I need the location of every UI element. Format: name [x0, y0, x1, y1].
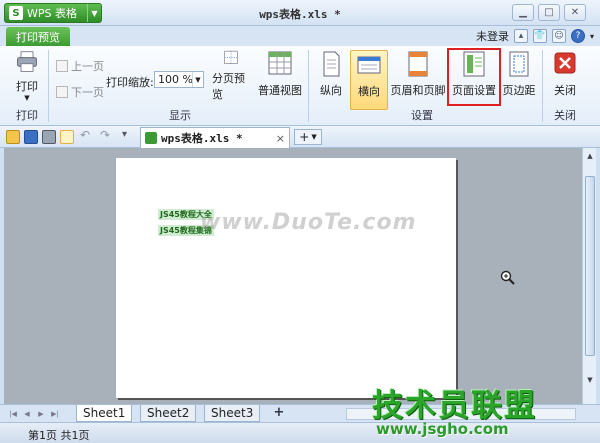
customize-toolbar-icon[interactable]: ▾ [122, 129, 136, 143]
preview-page: JS45教程大全 JS45教程集锦 [116, 158, 456, 398]
close-icon[interactable]: ✕ [564, 4, 586, 21]
group-label-settings: 设置 [411, 109, 433, 122]
next-page-button[interactable]: 下一页 [56, 84, 104, 100]
ribbon-divider [48, 50, 49, 122]
page-setup-label: 页面设置 [452, 84, 496, 97]
help-dropdown-icon[interactable]: ▾ [590, 32, 594, 41]
save-icon[interactable] [24, 130, 38, 144]
window-title: wps表格.xls * [259, 8, 341, 21]
undo-icon[interactable]: ↶ [80, 128, 94, 142]
chevron-down-icon[interactable]: ▼ [24, 94, 29, 102]
next-sheet-icon[interactable]: ▶ [36, 408, 46, 420]
landscape-page-icon [357, 56, 381, 74]
zoom-select[interactable]: 100 % ▼ [154, 71, 204, 88]
prev-page-button[interactable]: 上一页 [56, 58, 104, 74]
ribbon-divider [542, 50, 543, 122]
ribbon-divider [308, 50, 309, 122]
ribbon: 打印 ▼ 打印 上一页 下一页 打印缩放: 100 % ▼ 分页预览 普通视图 [0, 46, 600, 126]
group-label-display: 显示 [169, 109, 191, 122]
sheet-tab-1[interactable]: Sheet1 [76, 405, 133, 422]
last-sheet-icon[interactable]: ▶| [50, 408, 60, 420]
site-brand: 技术员联盟 www.jsgho.com [372, 380, 592, 440]
watermark: www.DuoTe.com [200, 210, 417, 235]
document-tab-name: wps表格.xls * [161, 132, 243, 145]
prev-page-label: 上一页 [71, 60, 104, 73]
portrait-label: 纵向 [320, 84, 342, 97]
margins-label: 页边距 [502, 84, 536, 97]
printer-icon [17, 51, 37, 72]
plus-icon: + [299, 130, 310, 144]
vertical-scrollbar[interactable]: ▲ ▼ [582, 148, 596, 404]
scroll-thumb[interactable] [585, 176, 595, 356]
close-icon [554, 52, 576, 74]
page-break-icon [224, 50, 238, 64]
minimize-icon[interactable]: ▁ [512, 4, 534, 21]
brand-url: www.jsgho.com [376, 420, 509, 438]
portrait-button[interactable]: 纵向 [312, 50, 350, 102]
quick-access-toolbar: ↶ ↷ ▾ wps表格.xls * × + ▼ [0, 126, 600, 148]
header-footer-button[interactable]: 页眉和页脚 [390, 50, 446, 102]
normal-view-label: 普通视图 [258, 84, 302, 97]
page-info: 第1页 共1页 [28, 429, 90, 442]
printer-icon[interactable] [42, 130, 56, 144]
landscape-label: 横向 [358, 85, 380, 98]
page-setup-icon [463, 51, 485, 77]
first-sheet-icon[interactable]: |◀ [8, 408, 18, 420]
zoom-cursor-icon [500, 270, 515, 285]
group-label-print: 打印 [16, 109, 38, 122]
print-label: 打印 [16, 80, 38, 93]
sheet-tab-2[interactable]: Sheet2 [140, 405, 197, 422]
scroll-up-icon[interactable]: ▲ [584, 150, 596, 162]
zoom-label: 打印缩放: [106, 76, 154, 89]
document-tab[interactable]: wps表格.xls * × [140, 127, 290, 148]
shirt-icon[interactable]: 👕 [532, 29, 547, 43]
page-setup-button[interactable]: 页面设置 [447, 48, 501, 106]
chevron-down-icon[interactable]: ▼ [192, 72, 203, 87]
spreadsheet-file-icon [145, 132, 157, 144]
sheet-tab-3[interactable]: Sheet3 [204, 405, 261, 422]
margins-icon [509, 51, 529, 77]
close-preview-button[interactable]: 关闭 [546, 50, 584, 102]
header-footer-icon [408, 51, 428, 77]
page-break-preview-button[interactable]: 分页预览 [212, 50, 250, 102]
zoom-value: 100 % [158, 73, 193, 86]
add-sheet-button[interactable]: + [274, 405, 285, 420]
help-icon[interactable]: ? [570, 29, 585, 43]
portrait-page-icon [323, 51, 340, 77]
margins-button[interactable]: 页边距 [500, 50, 538, 102]
page-break-label: 分页预览 [212, 72, 245, 101]
user-area: 未登录 ▴ 👕 ☺ ? ▾ [476, 28, 594, 44]
brand-title: 技术员联盟 [372, 388, 537, 424]
close-tab-icon[interactable]: × [276, 132, 285, 145]
login-link[interactable]: 未登录 [476, 28, 509, 44]
normal-view-button[interactable]: 普通视图 [258, 50, 302, 102]
title-bar: S WPS 表格 ▼ wps表格.xls * ▁ □ ✕ [0, 0, 600, 26]
next-page-icon [56, 86, 68, 98]
prev-sheet-icon[interactable]: ◀ [22, 408, 32, 420]
group-label-close: 关闭 [554, 109, 576, 122]
redo-icon[interactable]: ↷ [100, 128, 114, 142]
prev-page-icon [56, 60, 68, 72]
grid-icon [268, 51, 292, 75]
print-preview-icon[interactable] [60, 130, 74, 144]
open-folder-icon[interactable] [6, 130, 20, 144]
landscape-button[interactable]: 横向 [350, 50, 388, 110]
close-label: 关闭 [554, 84, 576, 97]
new-tab-button[interactable]: + ▼ [294, 129, 322, 145]
tab-print-preview[interactable]: 打印预览 [6, 27, 70, 46]
user-icon[interactable]: ☺ [551, 29, 566, 43]
chevron-up-icon[interactable]: ▴ [513, 29, 528, 43]
preview-workspace: JS45教程大全 JS45教程集锦 www.DuoTe.com [4, 148, 582, 404]
header-footer-label: 页眉和页脚 [390, 84, 446, 97]
print-button[interactable]: 打印 ▼ [8, 50, 46, 102]
next-page-label: 下一页 [71, 86, 104, 99]
ribbon-tab-row: 打印预览 未登录 ▴ 👕 ☺ ? ▾ [0, 26, 600, 46]
maximize-icon[interactable]: □ [538, 4, 560, 21]
chevron-down-icon: ▼ [311, 133, 317, 141]
